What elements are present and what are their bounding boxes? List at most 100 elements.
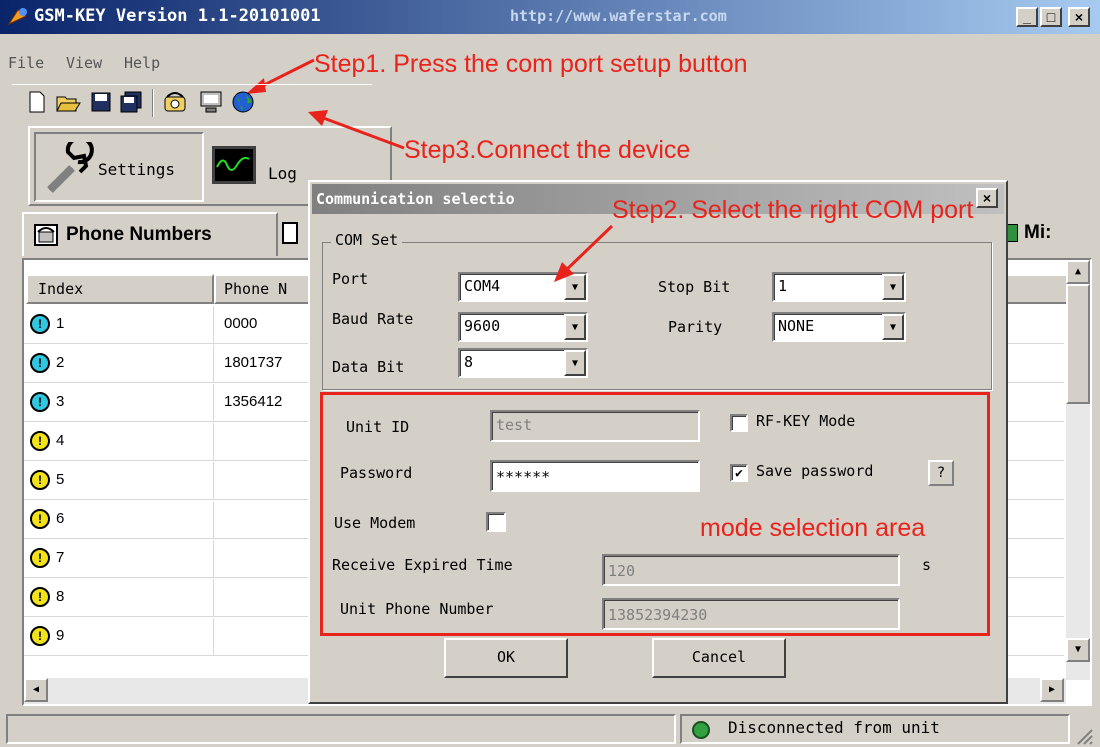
save-password-label: Save password [756, 462, 874, 480]
unit-id-value: test [496, 416, 533, 434]
menu-file[interactable]: File [8, 54, 44, 72]
tab-next-icon[interactable] [282, 222, 298, 244]
globe-icon[interactable] [230, 89, 256, 115]
settings-label: Settings [98, 160, 176, 179]
menu-view[interactable]: View [66, 54, 102, 72]
maximize-button[interactable]: □ [1040, 7, 1062, 27]
baud-rate-label: Baud Rate [332, 310, 414, 328]
step1-annotation: Step1. Press the com port setup button [314, 50, 748, 78]
chevron-down-icon[interactable]: ▼ [882, 274, 904, 300]
use-modem-checkbox[interactable] [486, 512, 506, 532]
communication-dialog: Communication selectio × COM Set Port CO… [308, 180, 1008, 704]
index-cell: ! 7 [24, 540, 214, 578]
index-value: 8 [56, 588, 65, 605]
scroll-left-button[interactable]: ◀ [24, 678, 48, 702]
parity-select[interactable]: NONE ▼ [772, 312, 906, 342]
phone-status-empty-icon: ! [30, 509, 50, 529]
parity-value: NONE [778, 317, 815, 335]
rf-key-checkbox[interactable] [730, 414, 748, 432]
phone-status-active-icon: ! [30, 353, 50, 373]
use-modem-label: Use Modem [334, 514, 416, 532]
minimize-button[interactable]: _ [1016, 7, 1038, 27]
status-bar: Disconnected from unit [0, 708, 1100, 747]
index-value: 1 [56, 315, 65, 332]
rf-key-label: RF-KEY Mode [756, 412, 856, 430]
app-icon [6, 6, 30, 28]
save-password-checkbox[interactable]: ✔ [730, 464, 748, 482]
cancel-button[interactable]: Cancel [652, 638, 786, 678]
data-bit-select[interactable]: 8 ▼ [458, 348, 588, 378]
ok-button[interactable]: OK [444, 638, 568, 678]
dialog-close-button[interactable]: × [976, 188, 998, 208]
baud-rate-select[interactable]: 9600 ▼ [458, 312, 588, 342]
title-watermark: http://www.waferstar.com [510, 7, 727, 25]
save-all-icon[interactable] [118, 89, 144, 115]
save-icon[interactable] [88, 89, 114, 115]
index-cell: ! 6 [24, 501, 214, 539]
vertical-scrollbar[interactable]: ▲ ▼ [1066, 260, 1090, 680]
tab-misc-label: Mi: [1024, 222, 1052, 243]
phone-status-empty-icon: ! [30, 548, 50, 568]
unit-phone-label: Unit Phone Number [340, 600, 494, 618]
mode-area-annotation: mode selection area [700, 514, 926, 542]
password-value: ****** [496, 468, 551, 486]
index-cell: ! 5 [24, 462, 214, 500]
index-value: 4 [56, 432, 65, 449]
oscilloscope-icon [212, 146, 256, 184]
open-folder-icon[interactable] [56, 89, 82, 115]
unit-phone-value: 13852394230 [608, 606, 708, 624]
chevron-down-icon[interactable]: ▼ [564, 350, 586, 376]
index-cell: ! 8 [24, 579, 214, 617]
unit-phone-input[interactable]: 13852394230 [602, 598, 900, 630]
chevron-down-icon[interactable]: ▼ [564, 314, 586, 340]
status-left-pane [6, 714, 676, 744]
index-cell: ! 4 [24, 423, 214, 461]
table-header-index[interactable]: Index [26, 274, 214, 304]
connection-status-icon [692, 721, 710, 739]
index-cell: ! 9 [24, 618, 214, 656]
help-button[interactable]: ? [928, 460, 954, 486]
parity-label: Parity [668, 318, 723, 336]
title-bar: GSM-KEY Version 1.1-20101001 http://www.… [0, 0, 1100, 34]
baud-rate-value: 9600 [464, 317, 501, 335]
tab-misc[interactable]: Mi: [1002, 220, 1062, 250]
settings-button[interactable]: Settings [34, 132, 204, 202]
phone-value: 1801737 [224, 354, 283, 371]
resize-grip-icon[interactable] [1074, 726, 1094, 746]
step2-annotation: Step2. Select the right COM port [612, 196, 974, 224]
com-port-setup-icon[interactable] [162, 89, 188, 115]
stop-bit-select[interactable]: 1 ▼ [772, 272, 906, 302]
step3-arrow [308, 110, 405, 150]
index-value: 5 [56, 471, 65, 488]
scroll-up-button[interactable]: ▲ [1066, 260, 1090, 284]
menu-help[interactable]: Help [124, 54, 160, 72]
new-file-icon[interactable] [24, 89, 50, 115]
phone-status-active-icon: ! [30, 392, 50, 412]
index-value: 9 [56, 627, 65, 644]
scroll-right-button[interactable]: ▶ [1040, 678, 1064, 702]
toolbar-separator [152, 89, 154, 117]
index-cell: ! 2 [24, 345, 214, 383]
window-title: GSM-KEY Version 1.1-20101001 [34, 6, 321, 26]
scroll-thumb[interactable] [1066, 284, 1090, 404]
index-value: 7 [56, 549, 65, 566]
close-button[interactable]: × [1068, 7, 1090, 27]
stop-bit-value: 1 [778, 277, 788, 295]
password-label: Password [340, 464, 413, 482]
data-bit-label: Data Bit [332, 358, 405, 376]
password-input[interactable]: ****** [490, 460, 700, 492]
unit-id-input[interactable]: test [490, 410, 700, 442]
phone-value: 0000 [224, 315, 258, 332]
log-label: Log [268, 164, 297, 183]
connect-device-icon[interactable] [198, 89, 224, 115]
tab-phone-numbers[interactable]: Phone Numbers [22, 212, 278, 256]
phone-status-empty-icon: ! [30, 626, 50, 646]
receive-expired-unit: s [922, 556, 932, 574]
chevron-down-icon[interactable]: ▼ [882, 314, 904, 340]
phone-status-active-icon: ! [30, 314, 50, 334]
data-bit-value: 8 [464, 353, 474, 371]
scroll-down-button[interactable]: ▼ [1066, 638, 1090, 662]
phone-value: 1356412 [224, 393, 283, 410]
index-value: 3 [56, 393, 65, 410]
receive-expired-input[interactable]: 120 [602, 554, 900, 586]
